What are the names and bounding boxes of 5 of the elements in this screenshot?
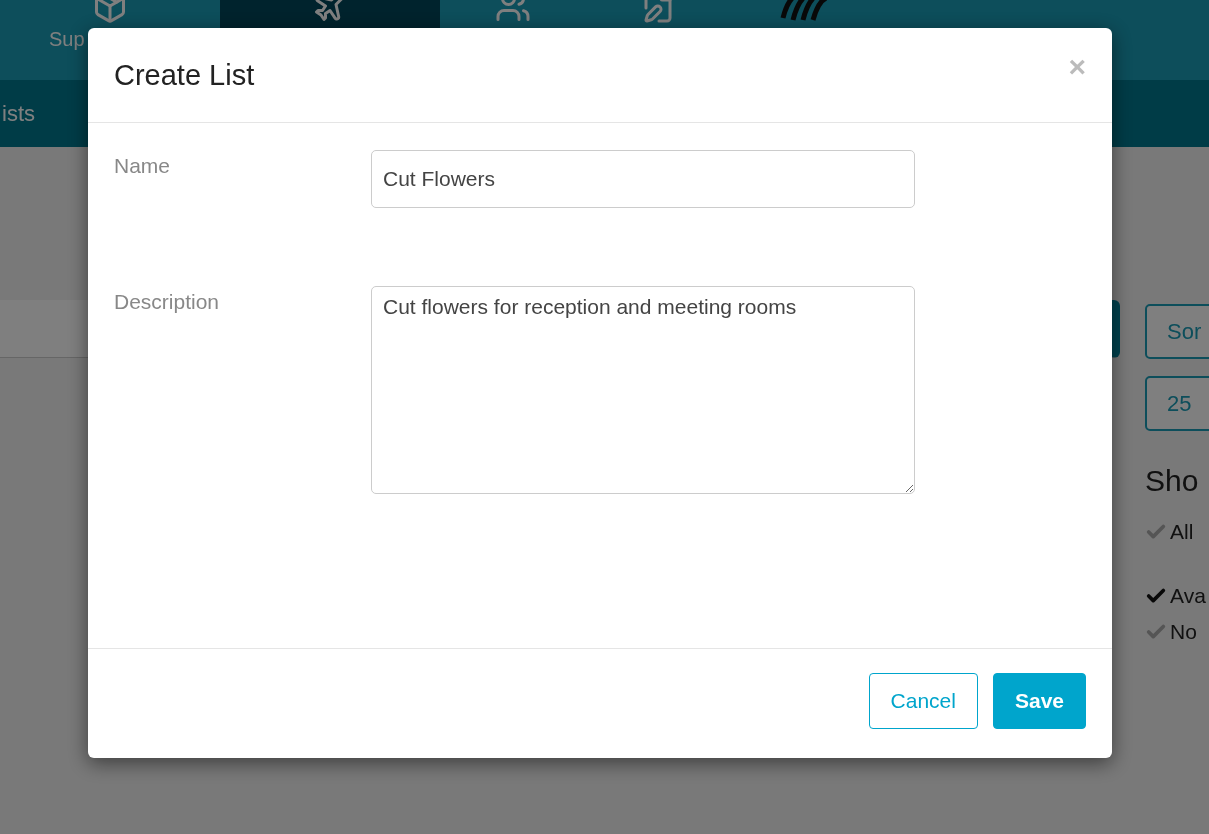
field-label: Name xyxy=(114,153,172,179)
dialog-title: Create List xyxy=(114,58,255,92)
field-label: Description xyxy=(114,289,221,315)
filter-heading: Sho xyxy=(1145,464,1199,498)
nav-label: Sup xyxy=(48,28,85,51)
